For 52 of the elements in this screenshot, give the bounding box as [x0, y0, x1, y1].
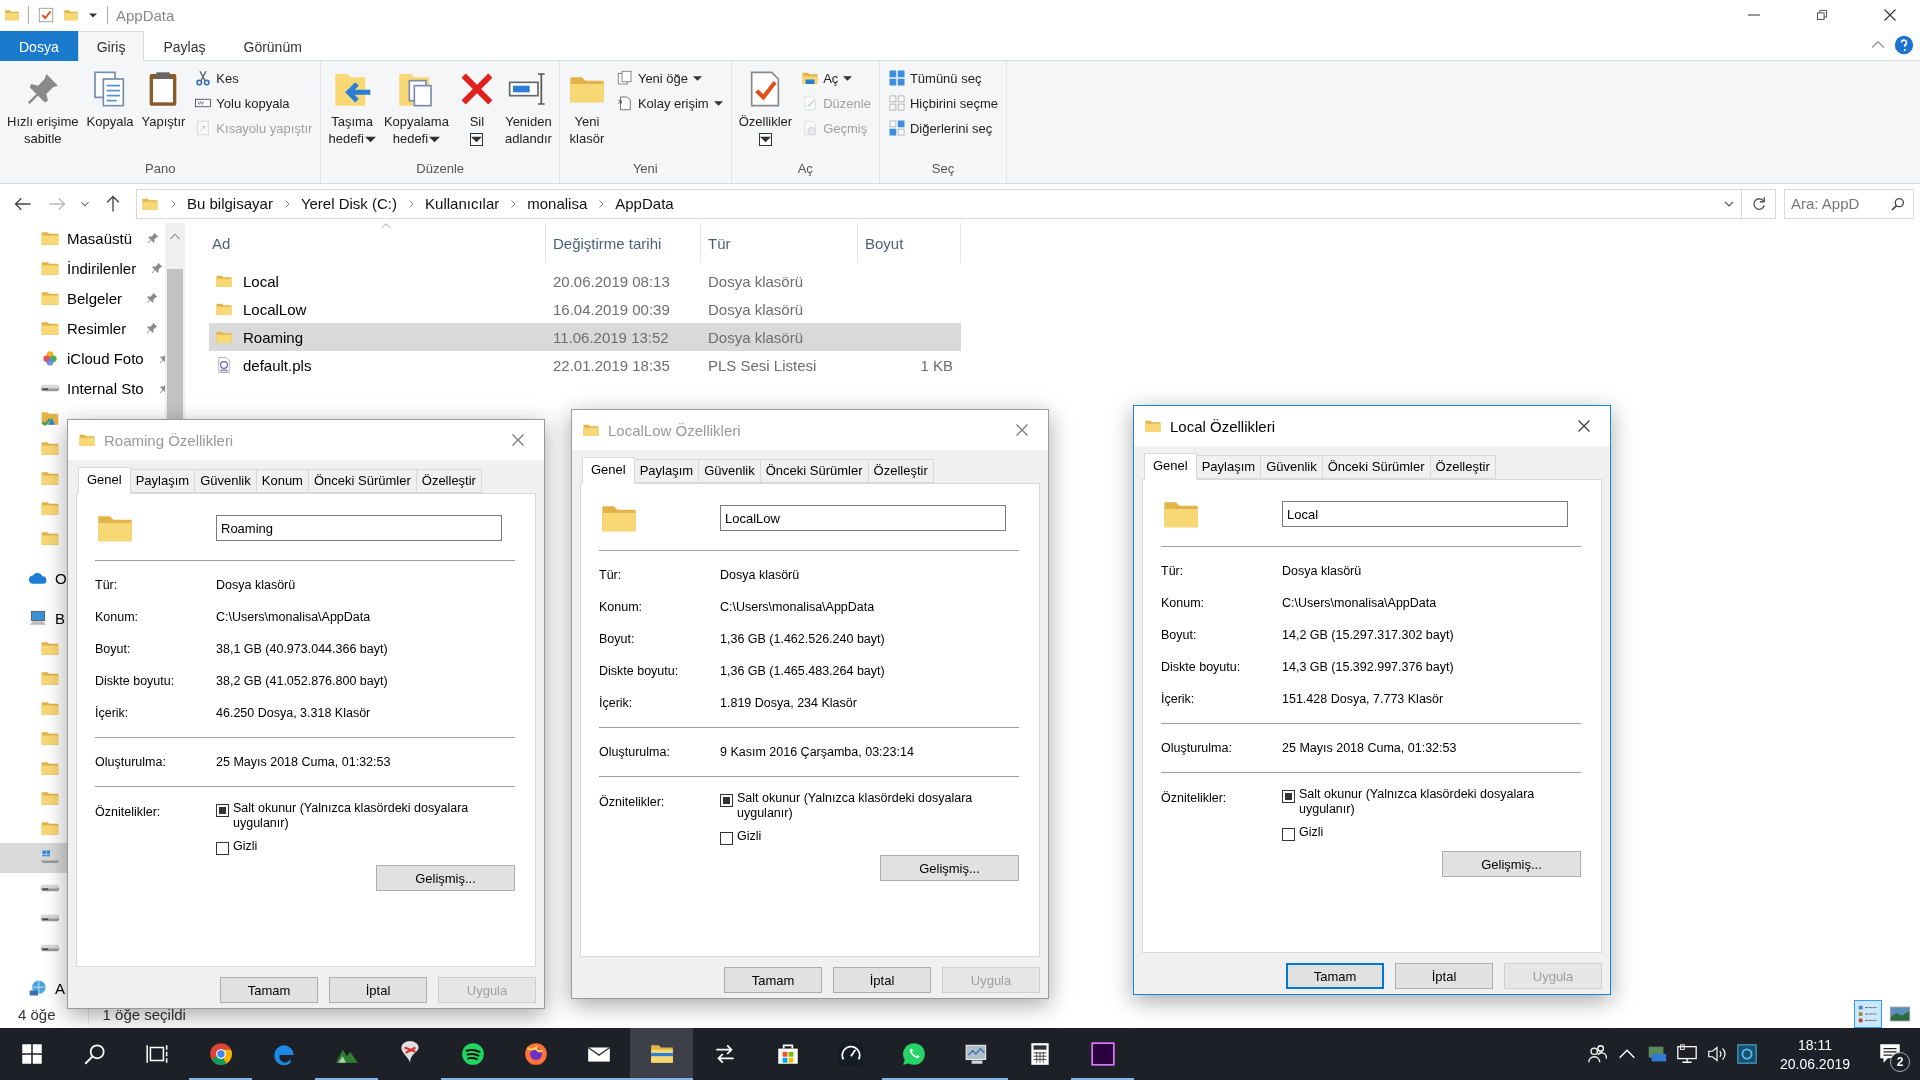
property-value: 9 Kasım 2016 Çarşamba, 03:23:14 — [720, 745, 914, 759]
dialog-title: LocalLow Özellikleri — [608, 421, 741, 439]
property-label: Boyut: — [599, 632, 636, 646]
property-value: Dosya klasörü — [1282, 564, 1362, 578]
property-value: C:\Users\monalisa\AppData — [216, 610, 371, 624]
property-value: 151.428 Dosya, 7.773 Klasör — [1282, 692, 1444, 706]
property-value: 38,1 GB (40.973.044.366 bayt) — [216, 642, 388, 656]
property-value: 25 Mayıs 2018 Cuma, 01:32:53 — [216, 755, 391, 769]
property-value: Dosya klasörü — [216, 578, 296, 592]
group-label: Aç — [796, 161, 814, 178]
property-label: Öznitelikler: — [95, 804, 162, 821]
property-label: Konum: — [599, 600, 644, 614]
property-label: İçerik: — [599, 696, 634, 710]
property-value: 14,2 GB (15.297.317.302 bayt) — [1282, 628, 1454, 642]
property-label: Tür: — [1161, 564, 1185, 578]
property-value: 25 Mayıs 2018 Cuma, 01:32:53 — [1282, 741, 1457, 755]
group-label: Yeni — [631, 161, 659, 178]
property-value: 1,36 GB (1.465.483.264 bayt) — [720, 664, 885, 678]
item-count: 4 öğe — [18, 1005, 56, 1023]
property-label: Diskte boyutu: — [95, 674, 176, 688]
dialog-title: Roaming Özellikleri — [104, 431, 234, 449]
property-label: Oluşturulma: — [1161, 741, 1233, 755]
property-label: Tür: — [599, 568, 623, 582]
property-label: Diskte boyutu: — [599, 664, 680, 678]
property-label: Oluşturulma: — [95, 755, 167, 769]
property-label: Oluşturulma: — [599, 745, 671, 759]
property-label: Boyut: — [1161, 628, 1198, 642]
property-label: Diskte boyutu: — [1161, 660, 1242, 674]
clock-date: 20.06.2019 — [1779, 1055, 1850, 1072]
property-label: Konum: — [1161, 596, 1206, 610]
property-label: İçerik: — [1161, 692, 1196, 706]
property-value: C:\Users\monalisa\AppData — [720, 600, 875, 614]
property-label: İçerik: — [95, 706, 130, 720]
property-value: C:\Users\monalisa\AppData — [1282, 596, 1437, 610]
property-value: 14,3 GB (15.392.997.376 bayt) — [1282, 660, 1454, 674]
notification-count: 2 — [1890, 1052, 1910, 1072]
property-label: Tür: — [95, 578, 119, 592]
property-label: Boyut: — [95, 642, 132, 656]
property-value: 1,36 GB (1.462.526.240 bayt) — [720, 632, 885, 646]
group-label: Düzenle — [415, 161, 466, 178]
clock-time: 18:11 — [1797, 1036, 1832, 1053]
dialog-title: Local Özellikleri — [1170, 417, 1276, 435]
property-value: 1.819 Dosya, 234 Klasör — [720, 696, 857, 710]
property-label: Konum: — [95, 610, 140, 624]
group-label: Seç — [930, 161, 956, 178]
property-label: Öznitelikler: — [1161, 790, 1228, 807]
property-value: Dosya klasörü — [720, 568, 800, 582]
window-title: AppData — [116, 6, 175, 24]
property-value: 46.250 Dosya, 3.318 Klasör — [216, 706, 371, 720]
group-label: Pano — [144, 161, 177, 178]
property-label: Öznitelikler: — [599, 794, 666, 811]
property-value: 38,2 GB (41.052.876.800 bayt) — [216, 674, 388, 688]
